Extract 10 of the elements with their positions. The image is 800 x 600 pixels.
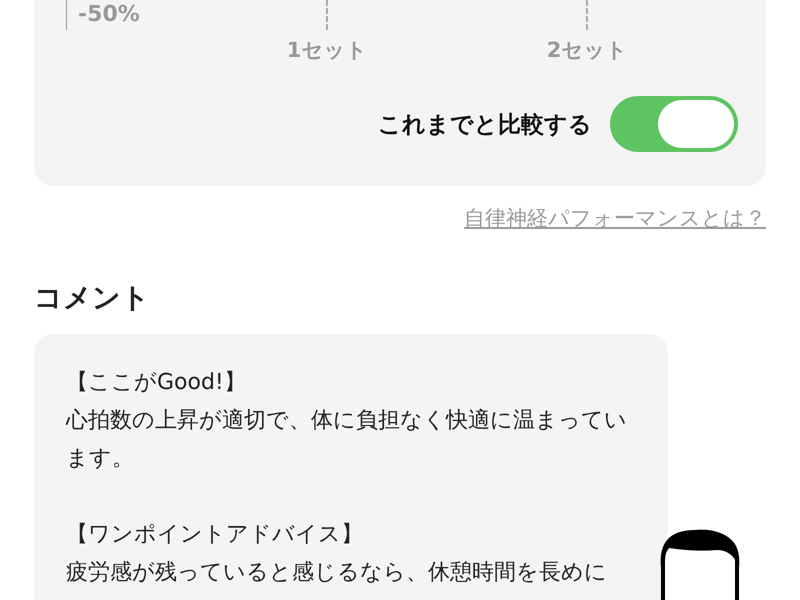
axis-label: -50%: [78, 4, 140, 26]
comment-heading: 【ここがGood!】: [66, 369, 247, 398]
comment-text: 心拍数の上昇が適切で、体に負担なく快適に温まっています。: [66, 407, 628, 474]
comment-text: 疲労感が残っていると感じるなら、休憩時間を長めに: [66, 559, 608, 588]
axis-label: 2セット: [546, 40, 628, 61]
comment-heading: 【ワンポイントアドバイス】: [66, 521, 364, 550]
section-title: コメント: [34, 280, 151, 316]
help-link[interactable]: 自律神経パフォーマンスとは？: [464, 204, 766, 232]
axis-label: 1セット: [286, 40, 368, 61]
toggle-label: これまでと比較する: [378, 110, 592, 140]
